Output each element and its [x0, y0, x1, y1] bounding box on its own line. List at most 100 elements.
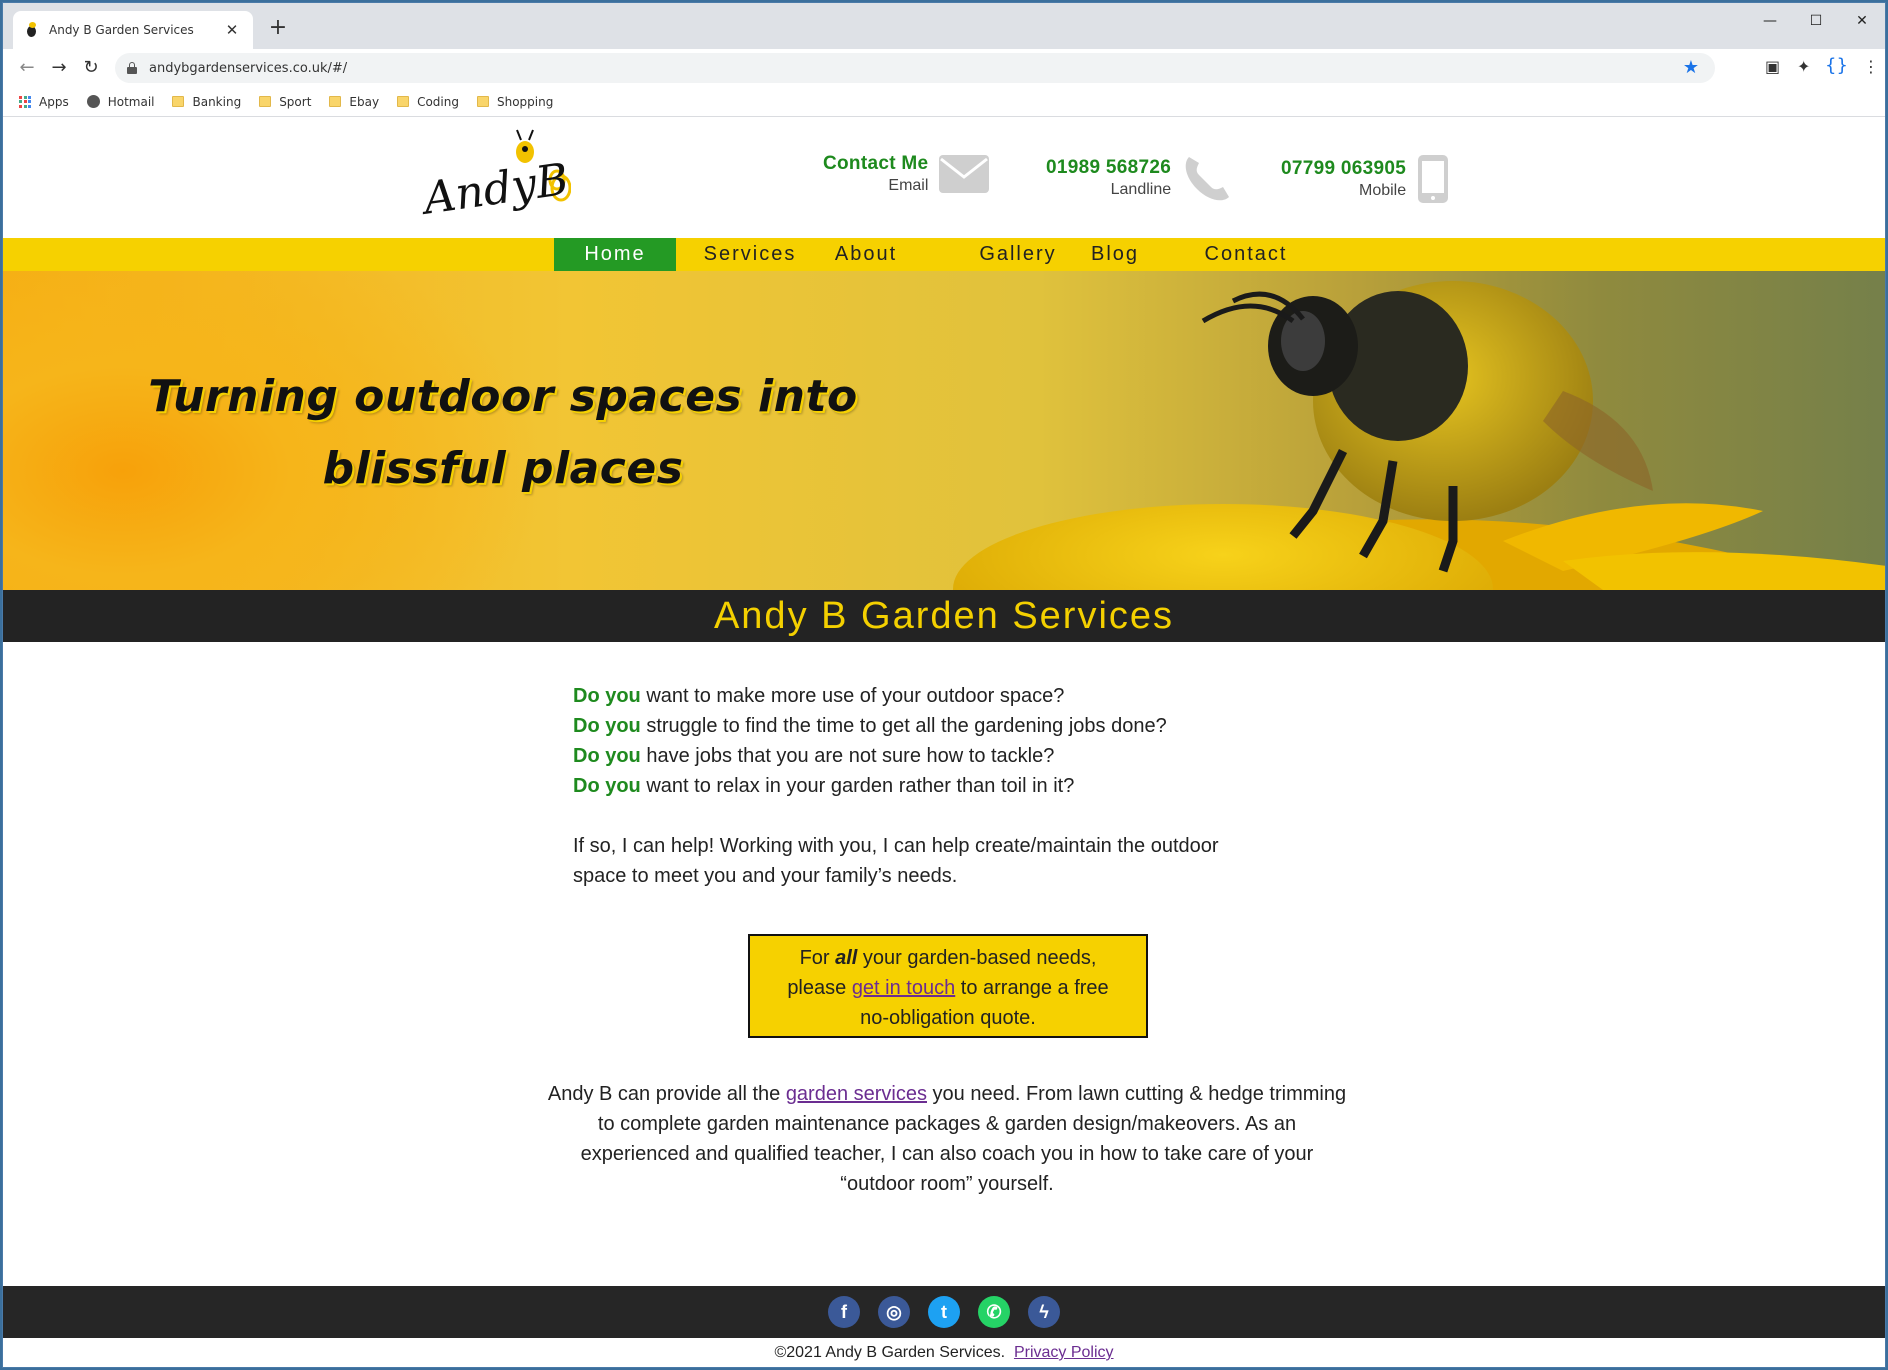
services-text-post: you need. From lawn cutting & hedge trim…	[927, 1083, 1347, 1105]
question-line: Do you struggle to find the time to get …	[573, 711, 1313, 741]
folder-icon	[397, 96, 410, 107]
bookmark-label: Coding	[417, 94, 459, 109]
andy-b-logo[interactable]: AndyB	[421, 122, 571, 234]
question-line: Do you want to relax in your garden rath…	[573, 771, 1313, 801]
envelope-icon[interactable]	[938, 154, 990, 194]
address-bar[interactable]: andybgardenservices.co.uk/#/ ★	[115, 53, 1715, 83]
nav-item-gallery[interactable]: Gallery	[948, 238, 1088, 271]
hero-line-2: blissful places	[322, 443, 684, 494]
apps-grid-icon	[19, 95, 31, 108]
help-paragraph: If so, I can help! Working with you, I c…	[573, 831, 1313, 891]
cta-text-post: your garden-based needs,	[857, 947, 1097, 969]
question-line: Do you want to make more use of your out…	[573, 681, 1313, 711]
puzzle-extensions-icon[interactable]: ✦	[1797, 57, 1810, 76]
close-tab-icon[interactable]: ✕	[223, 21, 241, 39]
braces-extension-icon[interactable]: {}	[1825, 55, 1848, 76]
quote-callout-box: For all your garden-based needs, please …	[748, 934, 1148, 1038]
help-line-1: If so, I can help! Working with you, I c…	[573, 835, 1219, 857]
bookmark-shopping[interactable]: Shopping	[476, 94, 554, 109]
services-text-pre: Andy B can provide all the	[547, 1083, 786, 1105]
bookmark-label: Hotmail	[107, 94, 155, 109]
phone-icon[interactable]	[1181, 153, 1233, 203]
mobile-number[interactable]: 07799 063905	[1281, 158, 1406, 180]
copyright-footer: ©2021 Andy B Garden Services. Privacy Po…	[3, 1338, 1885, 1367]
back-button[interactable]: ←	[11, 52, 43, 84]
bookmark-label: Banking	[192, 94, 242, 109]
bookmark-hotmail[interactable]: Hotmail	[86, 94, 155, 109]
cta-text-line3: no-obligation quote.	[860, 1007, 1036, 1029]
folder-icon	[476, 96, 489, 107]
bee-favicon-icon	[25, 22, 39, 38]
folder-icon	[172, 96, 185, 107]
page-title: Andy B Garden Services	[713, 595, 1175, 637]
twitter-icon[interactable]: t	[928, 1296, 960, 1328]
question-text: struggle to find the time to get all the…	[640, 715, 1167, 737]
services-line-4: “outdoor room” yourself.	[840, 1173, 1054, 1195]
contact-email[interactable]: Contact Me Email	[823, 153, 990, 195]
messenger-icon[interactable]: ϟ	[1028, 1296, 1060, 1328]
minimize-button[interactable]: —	[1747, 3, 1793, 39]
bookmark-label: Shopping	[496, 94, 554, 109]
web-page: AndyB Contact Me Email 01989 568726 Land…	[3, 118, 1885, 1367]
contact-landline[interactable]: 01989 568726 Landline	[1046, 153, 1233, 203]
lock-icon	[127, 62, 137, 74]
nav-item-blog[interactable]: Blog	[1075, 238, 1155, 271]
mobile-sub: Mobile	[1358, 182, 1407, 199]
help-line-2: space to meet you and your family’s need…	[573, 865, 958, 887]
contact-mobile[interactable]: 07799 063905 Mobile	[1281, 153, 1450, 205]
contact-email-label[interactable]: Contact Me	[823, 153, 928, 175]
social-footer: f ◎ t ✆ ϟ	[3, 1286, 1885, 1338]
get-in-touch-link[interactable]: get in touch	[852, 977, 955, 999]
hero-tagline: Turning outdoor spaces into blissful pla…	[143, 361, 863, 505]
copyright-text: ©2021 Andy B Garden Services.	[774, 1344, 1006, 1361]
intro-section: Do you want to make more use of your out…	[573, 681, 1313, 891]
maximize-button[interactable]: ☐	[1793, 3, 1839, 39]
browser-toolbar: ← → ↻ andybgardenservices.co.uk/#/ ★ ▣ ✦…	[3, 49, 1885, 87]
bookmark-star-icon[interactable]: ★	[1683, 57, 1699, 78]
services-line-3: experienced and qualified teacher, I can…	[580, 1143, 1314, 1165]
question-text: have jobs that you are not sure how to t…	[640, 745, 1055, 767]
nav-item-about[interactable]: About	[811, 238, 921, 271]
facebook-icon[interactable]: f	[828, 1296, 860, 1328]
logo-text: AndyB	[421, 154, 571, 225]
question-text: want to make more use of your outdoor sp…	[640, 685, 1065, 707]
privacy-policy-link[interactable]: Privacy Policy	[1014, 1344, 1114, 1361]
nav-item-contact[interactable]: Contact	[1171, 238, 1321, 271]
cta-emphasis: all	[835, 947, 858, 969]
reload-button[interactable]: ↻	[75, 52, 107, 84]
bookmark-label: Apps	[39, 94, 69, 109]
landline-sub: Landline	[1110, 181, 1172, 198]
tab-strip: Andy B Garden Services ✕ + — ☐ ✕	[3, 3, 1885, 49]
tab-title: Andy B Garden Services	[49, 23, 194, 37]
bookmark-sport[interactable]: Sport	[259, 95, 311, 109]
new-tab-button[interactable]: +	[265, 15, 291, 41]
nav-item-services[interactable]: Services	[679, 238, 821, 271]
mobile-icon[interactable]	[1416, 153, 1450, 205]
menu-kebab-icon[interactable]: ⋮	[1863, 57, 1879, 76]
contact-email-sub: Email	[888, 177, 929, 194]
close-window-button[interactable]: ✕	[1839, 3, 1885, 39]
browser-window: Andy B Garden Services ✕ + — ☐ ✕ ← → ↻ a…	[2, 2, 1886, 1368]
bookmark-coding[interactable]: Coding	[397, 95, 459, 109]
main-navigation: Home Services About Gallery Blog Contact	[3, 238, 1885, 271]
browser-tab[interactable]: Andy B Garden Services ✕	[13, 11, 253, 49]
bookmark-label: Sport	[279, 94, 312, 109]
question-list: Do you want to make more use of your out…	[573, 681, 1313, 801]
bookmark-label: Ebay	[349, 94, 380, 109]
question-lead: Do you	[573, 745, 641, 767]
cta-text-pre2: please	[787, 977, 852, 999]
garden-services-link[interactable]: garden services	[786, 1083, 927, 1105]
bookmark-apps[interactable]: Apps	[19, 95, 69, 109]
extension-icon[interactable]: ▣	[1765, 57, 1780, 76]
instagram-icon[interactable]: ◎	[878, 1296, 910, 1328]
bookmark-banking[interactable]: Banking	[172, 95, 241, 109]
whatsapp-icon[interactable]: ✆	[978, 1296, 1010, 1328]
forward-button[interactable]: →	[43, 52, 75, 84]
question-lead: Do you	[573, 775, 641, 797]
nav-item-home[interactable]: Home	[554, 238, 676, 271]
question-line: Do you have jobs that you are not sure h…	[573, 741, 1313, 771]
bookmark-ebay[interactable]: Ebay	[329, 95, 379, 109]
window-controls: — ☐ ✕	[1747, 3, 1885, 39]
landline-number[interactable]: 01989 568726	[1046, 157, 1171, 179]
url-text: andybgardenservices.co.uk/#/	[149, 60, 348, 76]
